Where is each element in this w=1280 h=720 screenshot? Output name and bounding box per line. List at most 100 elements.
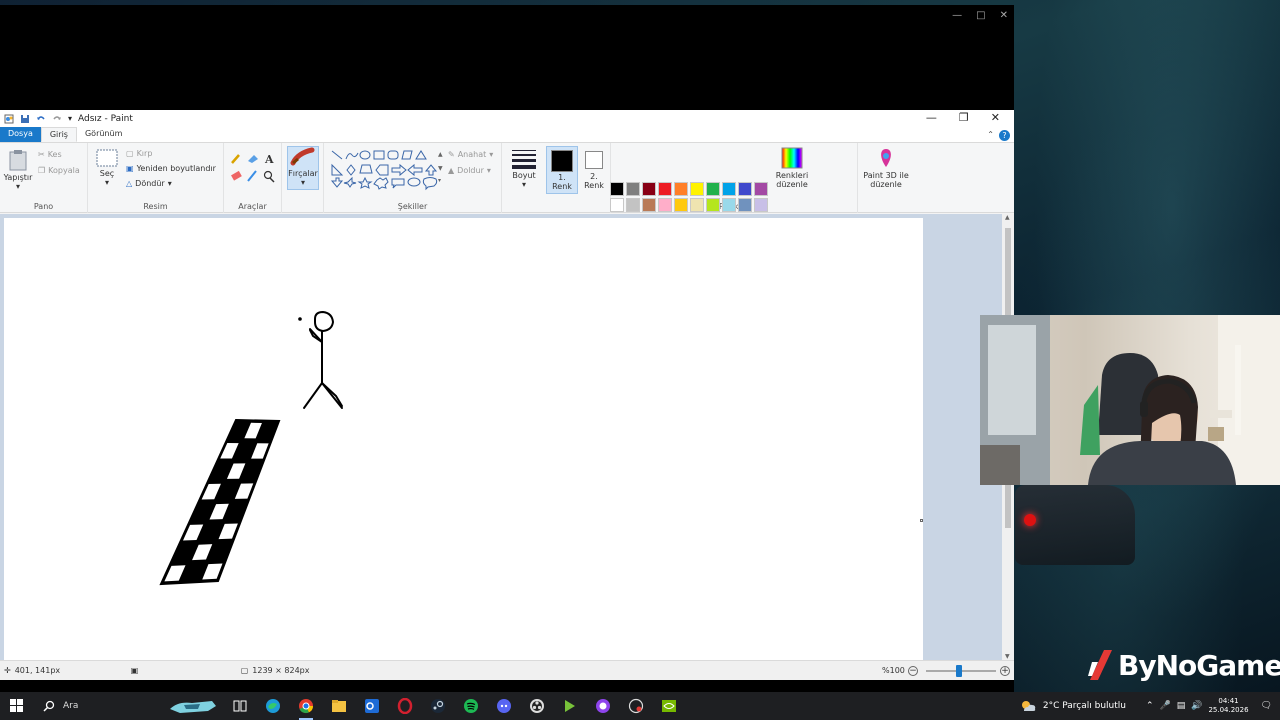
- palette-swatch[interactable]: [690, 198, 704, 212]
- discord-icon[interactable]: [487, 692, 520, 720]
- palette-swatch[interactable]: [674, 198, 688, 212]
- weather-text[interactable]: 2°C Parçalı bulutlu: [1043, 701, 1126, 711]
- save-icon[interactable]: [20, 114, 30, 124]
- nvidia-icon[interactable]: [652, 692, 685, 720]
- obs-icon[interactable]: [520, 692, 553, 720]
- tray-overflow-icon[interactable]: ⌃: [1146, 701, 1154, 711]
- brushes-group: Fırçalar ▾: [282, 143, 324, 213]
- tab-file[interactable]: Dosya: [0, 127, 41, 142]
- search-placeholder: Ara: [63, 701, 79, 711]
- zoom-out-icon[interactable]: −: [908, 665, 918, 676]
- selection-size-icon: ▣: [130, 666, 139, 675]
- redo-icon[interactable]: [52, 114, 62, 124]
- file-explorer-icon[interactable]: [322, 692, 355, 720]
- zoom-in-icon[interactable]: +: [1000, 665, 1010, 676]
- window-controls: — ❐ ✕: [926, 111, 1000, 124]
- copy-label: Kopyala: [48, 166, 80, 175]
- app-purple-icon[interactable]: [586, 692, 619, 720]
- shapes-expand-icon[interactable]: ▾: [438, 177, 441, 184]
- minimize-icon[interactable]: —: [926, 111, 937, 124]
- spotify-icon[interactable]: [454, 692, 487, 720]
- palette-swatch[interactable]: [658, 182, 672, 196]
- shapes-group: ▲ ▼ ▾ ✎ Anahat ▾ ▲ Doldur ▾ Şekiller: [324, 143, 502, 213]
- shapes-scroll-down-icon[interactable]: ▼: [438, 165, 443, 172]
- shapes-gallery[interactable]: [330, 149, 442, 191]
- scroll-up-icon[interactable]: ▲: [1005, 214, 1010, 221]
- size-button[interactable]: Boyut ▾: [508, 149, 540, 189]
- copy-button[interactable]: ❐ Kopyala: [38, 166, 80, 175]
- palette-swatch[interactable]: [642, 198, 656, 212]
- outer-maximize-icon[interactable]: □: [976, 10, 985, 21]
- palette-swatch[interactable]: [626, 198, 640, 212]
- canvas-resize-handle[interactable]: [920, 519, 923, 522]
- paint3d-button[interactable]: Paint 3D ile düzenle: [860, 147, 912, 189]
- select-button[interactable]: Seç ▾: [94, 149, 120, 187]
- palette-swatch[interactable]: [722, 198, 736, 212]
- collapse-ribbon-icon[interactable]: ⌃: [987, 130, 994, 139]
- clock[interactable]: 04:41 25.04.2026: [1208, 697, 1248, 715]
- customize-qat-icon[interactable]: ▾: [68, 114, 72, 123]
- resize-button[interactable]: ▣ Yeniden boyutlandır: [126, 164, 216, 173]
- outer-minimize-icon[interactable]: —: [952, 10, 962, 21]
- tab-view[interactable]: Görünüm: [77, 127, 130, 142]
- opera-icon[interactable]: [388, 692, 421, 720]
- task-view-icon[interactable]: [223, 692, 256, 720]
- network-icon[interactable]: ▤: [1177, 701, 1186, 711]
- palette-swatch[interactable]: [610, 182, 624, 196]
- fill-icon: [248, 155, 258, 163]
- window-title: Adsız - Paint: [78, 113, 133, 124]
- outline-button[interactable]: ✎ Anahat ▾: [448, 150, 493, 159]
- tab-home[interactable]: Giriş: [40, 127, 77, 142]
- color1-button[interactable]: 1. Renk: [546, 146, 578, 194]
- volume-icon[interactable]: 🔊: [1191, 701, 1202, 711]
- color-picker-icon: [247, 170, 257, 182]
- fill-button[interactable]: ▲ Doldur ▾: [448, 166, 491, 175]
- palette-swatch[interactable]: [610, 198, 624, 212]
- edge-icon[interactable]: [256, 692, 289, 720]
- taskbar-search[interactable]: Ara: [33, 700, 163, 712]
- rotate-button[interactable]: △ Döndür ▾: [126, 179, 172, 188]
- app-record-icon[interactable]: [619, 692, 652, 720]
- microphone-icon[interactable]: 🎤: [1160, 701, 1171, 711]
- paste-button[interactable]: Yapıştır ▾: [3, 149, 33, 191]
- palette-swatch[interactable]: [626, 182, 640, 196]
- palette-swatch[interactable]: [658, 198, 672, 212]
- app-green-icon[interactable]: [553, 692, 586, 720]
- color2-button[interactable]: 2. Renk: [578, 146, 610, 194]
- palette-swatch[interactable]: [738, 198, 752, 212]
- outlook-icon[interactable]: [355, 692, 388, 720]
- zoom-slider-thumb[interactable]: [956, 665, 962, 677]
- paint-app-icon[interactable]: [4, 114, 14, 124]
- palette-swatch[interactable]: [722, 182, 736, 196]
- palette-swatch[interactable]: [738, 182, 752, 196]
- paste-label: Yapıştır: [3, 173, 33, 182]
- undo-icon[interactable]: [36, 114, 46, 124]
- palette-swatch[interactable]: [706, 182, 720, 196]
- close-icon[interactable]: ✕: [991, 111, 1000, 124]
- search-highlight-icon[interactable]: [163, 692, 223, 720]
- palette-swatch[interactable]: [674, 182, 688, 196]
- palette-swatch[interactable]: [754, 182, 768, 196]
- cut-button[interactable]: ✂ Kes: [38, 150, 62, 159]
- palette-swatch[interactable]: [642, 182, 656, 196]
- crop-label: Kırp: [136, 149, 153, 158]
- start-button[interactable]: [0, 692, 33, 720]
- steam-icon[interactable]: [421, 692, 454, 720]
- restore-icon[interactable]: ❐: [959, 111, 969, 124]
- image-group-label: Resim: [143, 202, 168, 211]
- palette-swatch[interactable]: [706, 198, 720, 212]
- brushes-button[interactable]: Fırçalar ▾: [287, 146, 319, 190]
- chrome-icon[interactable]: [289, 692, 322, 720]
- notifications-icon[interactable]: 🗨: [1261, 701, 1272, 711]
- clipboard-group-label: Pano: [33, 202, 54, 211]
- scroll-down-icon[interactable]: ▼: [1005, 653, 1010, 660]
- palette-swatch[interactable]: [754, 198, 768, 212]
- clock-date: 25.04.2026: [1208, 706, 1249, 714]
- crop-button[interactable]: ▢ Kırp: [126, 149, 152, 158]
- outer-close-icon[interactable]: ✕: [1000, 10, 1008, 21]
- help-icon[interactable]: ?: [999, 130, 1010, 141]
- drawing-canvas[interactable]: [4, 218, 923, 660]
- edit-colors-button[interactable]: Renkleri düzenle: [775, 147, 809, 189]
- shapes-scroll-up-icon[interactable]: ▲: [438, 151, 443, 158]
- palette-swatch[interactable]: [690, 182, 704, 196]
